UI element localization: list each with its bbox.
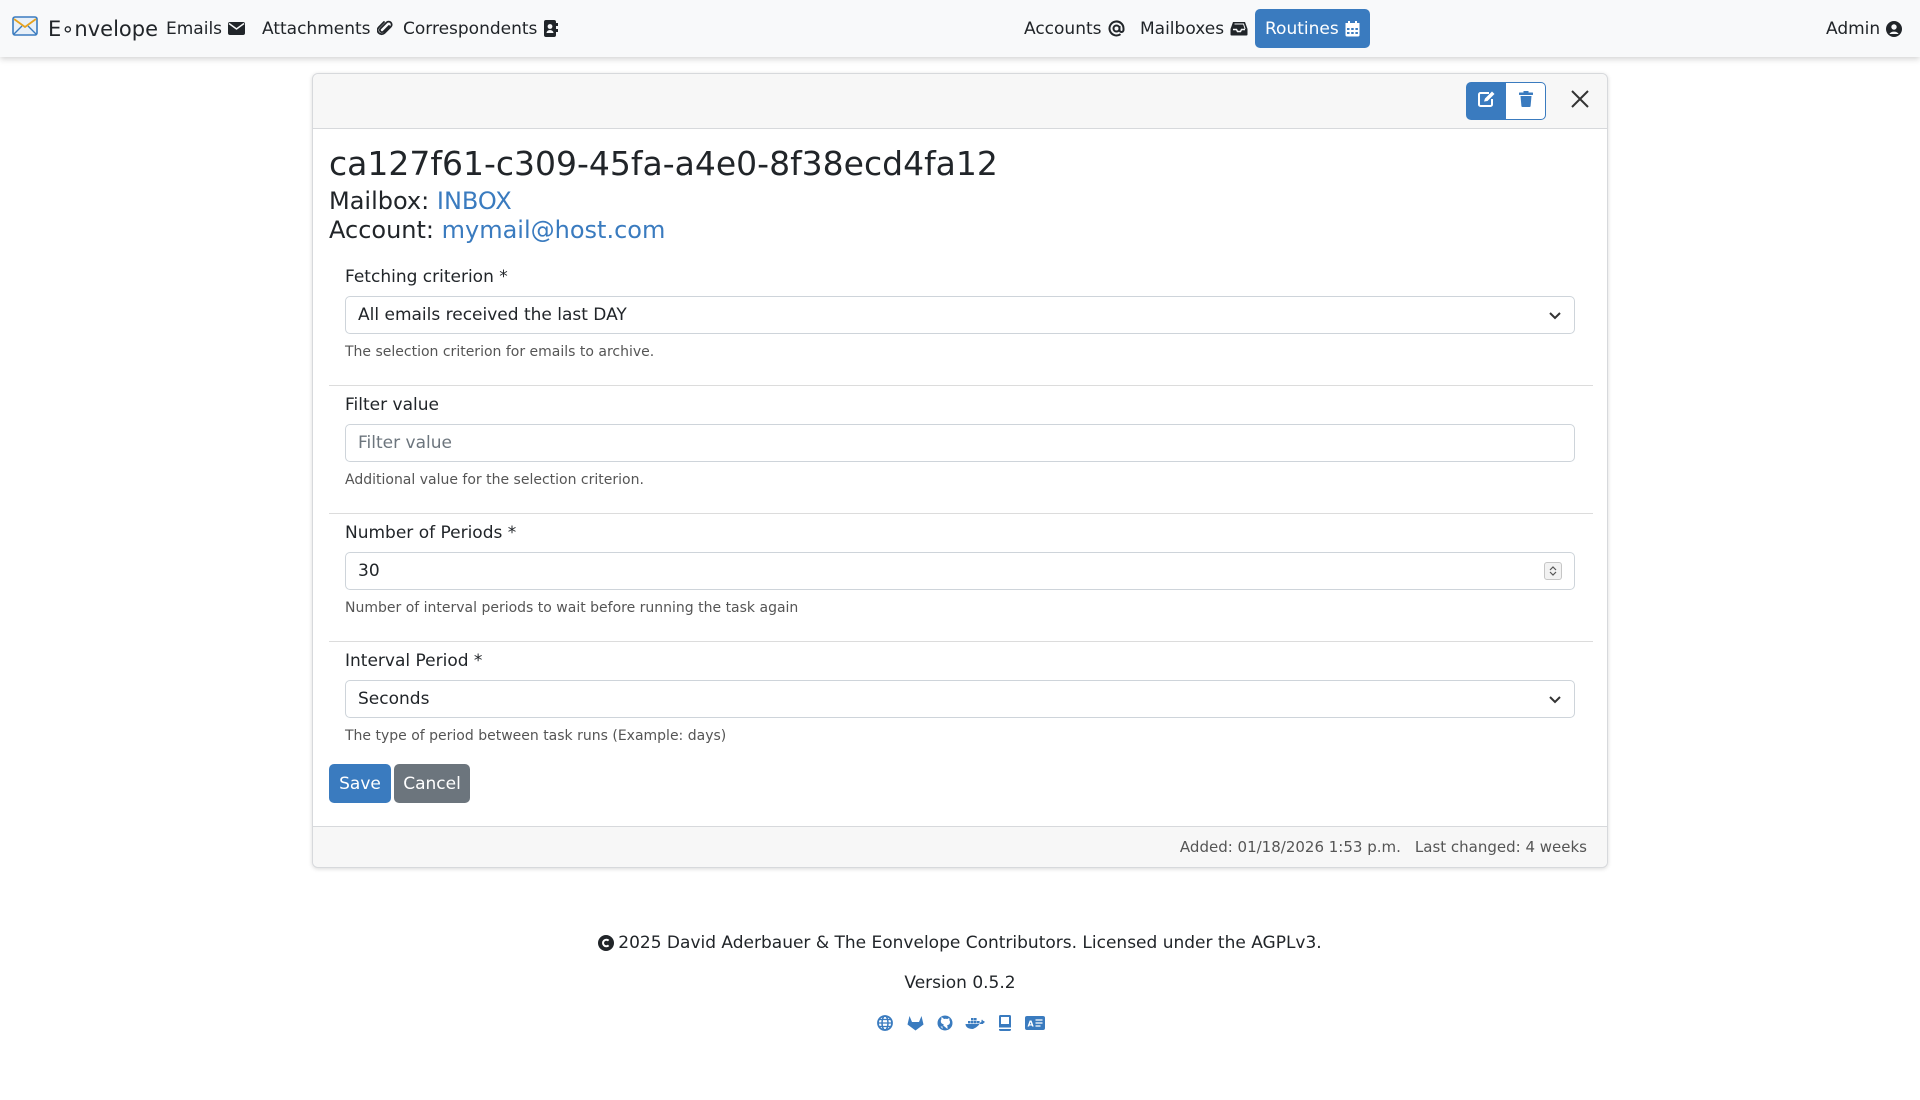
interval-select[interactable]: Seconds: [345, 680, 1575, 718]
periods-value: 30: [358, 561, 380, 581]
nav-mailboxes-label: Mailboxes: [1140, 18, 1225, 39]
nav-correspondents[interactable]: Correspondents: [403, 0, 559, 57]
mailbox-label: Mailbox:: [329, 187, 430, 215]
filter-placeholder: Filter value: [358, 433, 452, 453]
nav-correspondents-label: Correspondents: [403, 18, 538, 39]
globe-icon[interactable]: [875, 1013, 895, 1033]
routine-title: ca127f61-c309-45fa-a4e0-8f38ecd4fa12: [329, 144, 998, 183]
nav-admin-label: Admin: [1826, 18, 1881, 39]
filter-help: Additional value for the selection crite…: [345, 472, 644, 488]
version-text: Version 0.5.2: [904, 973, 1016, 993]
nav-emails[interactable]: Emails: [166, 0, 246, 57]
close-button[interactable]: [1567, 88, 1593, 114]
stepper-arrows-icon: [1549, 566, 1557, 576]
mailbox-line: Mailbox: INBOX: [329, 186, 512, 216]
at-icon: [1108, 20, 1125, 37]
cancel-button[interactable]: Cancel: [394, 764, 470, 803]
criterion-selected-value: All emails received the last DAY: [358, 305, 627, 325]
nav-attachments[interactable]: Attachments: [262, 0, 393, 57]
save-button[interactable]: Save: [329, 764, 391, 803]
mailbox-link[interactable]: INBOX: [437, 187, 512, 215]
book-icon[interactable]: [995, 1013, 1015, 1033]
nav-mailboxes[interactable]: Mailboxes: [1140, 0, 1248, 57]
envelope-icon: [228, 22, 246, 35]
copyright-text: 2025 David Aderbauer & The Eonvelope Con…: [618, 933, 1322, 953]
inbox-icon: [1230, 21, 1248, 36]
edit-icon: [1477, 91, 1495, 112]
routine-detail-card: ca127f61-c309-45fa-a4e0-8f38ecd4fa12 Mai…: [312, 73, 1608, 868]
nav-accounts[interactable]: Accounts: [1024, 0, 1125, 57]
contact-card-icon: [543, 20, 559, 37]
interval-help: The type of period between task runs (Ex…: [345, 728, 727, 744]
filter-input[interactable]: Filter value: [345, 424, 1575, 462]
periods-label: Number of Periods *: [345, 523, 517, 543]
id-card-icon[interactable]: A: [1025, 1013, 1045, 1033]
nav-accounts-label: Accounts: [1024, 18, 1102, 39]
edit-button[interactable]: [1466, 82, 1506, 120]
chevron-down-icon: [1548, 692, 1562, 706]
action-button-group: [1466, 82, 1546, 120]
interval-label: Interval Period *: [345, 651, 483, 671]
logo-icon: [12, 16, 38, 41]
periods-group: Number of Periods * 30 Number of interva…: [329, 514, 1593, 642]
interval-selected-value: Seconds: [358, 689, 430, 709]
interval-group: Interval Period * Seconds The type of pe…: [329, 642, 1593, 752]
criterion-group: Fetching criterion * All emails received…: [329, 258, 1593, 386]
delete-button[interactable]: [1506, 82, 1546, 120]
user-circle-icon: [1886, 20, 1903, 37]
account-label: Account:: [329, 216, 434, 244]
nav-admin[interactable]: Admin: [1826, 0, 1903, 57]
nav-routines[interactable]: Routines: [1255, 9, 1370, 48]
periods-input[interactable]: 30: [345, 552, 1575, 590]
filter-group: Filter value Filter value Additional val…: [329, 386, 1593, 514]
account-line: Account: mymail@host.com: [329, 215, 665, 245]
github-icon[interactable]: [935, 1013, 955, 1033]
copyright-line: 2025 David Aderbauer & The Eonvelope Con…: [0, 933, 1920, 953]
chevron-down-icon: [1548, 308, 1562, 322]
gitlab-icon[interactable]: [905, 1013, 925, 1033]
number-stepper[interactable]: [1544, 562, 1562, 580]
calendar-icon: [1345, 20, 1360, 37]
criterion-help: The selection criterion for emails to ar…: [345, 344, 655, 360]
added-timestamp: Added: 01/18/2026 1:53 p.m.: [1179, 838, 1401, 856]
close-icon: [1571, 89, 1589, 113]
docker-icon[interactable]: [965, 1013, 985, 1033]
nav-routines-label: Routines: [1265, 18, 1339, 39]
top-navbar: E∘nvelope Emails Attachments Corresponde…: [0, 0, 1920, 57]
brand-link[interactable]: E∘nvelope: [12, 16, 158, 41]
copyright-icon: [598, 935, 615, 951]
footer-links: A: [0, 1013, 1920, 1033]
card-header: [313, 74, 1607, 129]
trash-icon: [1518, 90, 1533, 112]
nav-attachments-label: Attachments: [262, 18, 371, 39]
nav-emails-label: Emails: [166, 18, 223, 39]
brand-name: E∘nvelope: [48, 16, 159, 41]
criterion-select[interactable]: All emails received the last DAY: [345, 296, 1575, 334]
paperclip-icon: [376, 20, 393, 37]
card-footer: Added: 01/18/2026 1:53 p.m. Last changed…: [313, 826, 1607, 867]
filter-label: Filter value: [345, 395, 439, 415]
criterion-label: Fetching criterion *: [345, 267, 508, 287]
account-link[interactable]: mymail@host.com: [442, 216, 666, 244]
periods-help: Number of interval periods to wait befor…: [345, 600, 799, 616]
last-changed-timestamp: Last changed: 4 weeks: [1414, 838, 1587, 856]
svg-text:A: A: [1028, 1020, 1035, 1029]
